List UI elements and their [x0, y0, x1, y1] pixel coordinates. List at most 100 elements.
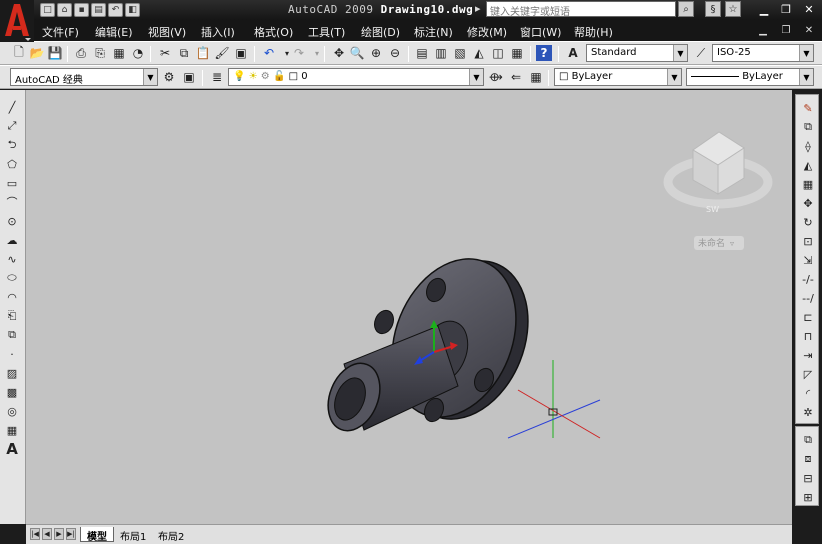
send-under-icon[interactable]: ⊞: [799, 488, 817, 506]
autocad-logo-icon[interactable]: [0, 0, 34, 42]
array-icon[interactable]: ▦: [799, 175, 817, 193]
chamfer-icon[interactable]: ◸: [799, 365, 817, 383]
layer-previous-icon[interactable]: ⇐: [507, 68, 525, 86]
dim-style-icon[interactable]: ⟋: [692, 44, 710, 62]
tab-model[interactable]: 模型: [80, 527, 114, 543]
line-icon[interactable]: ╱: [3, 98, 21, 116]
insert-block-icon[interactable]: ⎗: [3, 307, 21, 325]
viewcube[interactable]: SW: [663, 131, 773, 214]
block-editor-icon[interactable]: ▣: [232, 44, 250, 62]
doc-close-button[interactable]: ✕: [801, 23, 817, 38]
save-file-icon[interactable]: 💾: [46, 44, 64, 62]
bring-above-icon[interactable]: ⊟: [799, 469, 817, 487]
text-style-icon[interactable]: A: [564, 44, 582, 62]
close-button[interactable]: ✕: [800, 2, 818, 17]
wcs-menu[interactable]: 未命名 ▿: [694, 236, 744, 250]
circle-icon[interactable]: ⊙: [3, 212, 21, 230]
undo-icon[interactable]: ↶: [108, 3, 123, 17]
undo-icon[interactable]: ↶: [260, 44, 278, 62]
search-input[interactable]: 键入关键字或短语: [486, 1, 676, 18]
trim-icon[interactable]: -/-: [799, 270, 817, 288]
text-style-select[interactable]: Standard ▼: [586, 44, 688, 62]
menu-window[interactable]: 窗口(W): [520, 24, 561, 40]
bring-to-front-icon[interactable]: ⧉: [799, 431, 817, 449]
tab-layout2[interactable]: 布局2: [152, 527, 190, 543]
extend-icon[interactable]: --/: [799, 289, 817, 307]
minimize-button[interactable]: ▁: [755, 2, 773, 17]
arc-icon[interactable]: ⌒: [3, 193, 21, 211]
point-icon[interactable]: ·: [3, 345, 21, 363]
region-icon[interactable]: ◎: [3, 402, 21, 420]
dim-style-select[interactable]: ISO-25 ▼: [712, 44, 814, 62]
redo-icon[interactable]: ↷: [290, 44, 308, 62]
make-current-icon[interactable]: ⟴: [487, 68, 505, 86]
first-tab-icon[interactable]: |◀: [30, 528, 40, 540]
multiline-text-icon[interactable]: A: [3, 440, 21, 458]
workspace-select[interactable]: AutoCAD 经典 ▼: [10, 68, 158, 86]
break-at-point-icon[interactable]: ⊏: [799, 308, 817, 326]
doc-restore-button[interactable]: ❐: [778, 23, 794, 38]
layer-select[interactable]: 💡 ☀ ⚙ 🔓 □ 0 ▼: [228, 68, 484, 86]
layer-states-icon[interactable]: ▦: [527, 68, 545, 86]
join-icon[interactable]: ⇥: [799, 346, 817, 364]
make-block-icon[interactable]: ⧉: [3, 326, 21, 344]
explode-icon[interactable]: ✲: [799, 403, 817, 421]
sheet-set-icon[interactable]: ◭: [470, 44, 488, 62]
new-icon[interactable]: □: [40, 3, 55, 17]
doc-minimize-button[interactable]: ▁: [755, 23, 771, 38]
pan-icon[interactable]: ✥: [330, 44, 348, 62]
erase-icon[interactable]: ✎: [799, 99, 817, 117]
menu-edit[interactable]: 编辑(E): [95, 24, 133, 40]
print-icon[interactable]: ▤: [91, 3, 106, 17]
color-select[interactable]: □ ByLayer ▼: [554, 68, 682, 86]
revision-cloud-icon[interactable]: ☁: [3, 231, 21, 249]
move-icon[interactable]: ✥: [799, 194, 817, 212]
plot-icon[interactable]: ◧: [125, 3, 140, 17]
scale-icon[interactable]: ⊡: [799, 232, 817, 250]
cut-icon[interactable]: ✂: [156, 44, 174, 62]
menu-draw[interactable]: 绘图(D): [361, 24, 400, 40]
copy-object-icon[interactable]: ⧉: [799, 118, 817, 136]
stretch-icon[interactable]: ⇲: [799, 251, 817, 269]
hatch-icon[interactable]: ▨: [3, 364, 21, 382]
menu-modify[interactable]: 修改(M): [467, 24, 507, 40]
polygon-icon[interactable]: ⬠: [3, 155, 21, 173]
zoom-previous-icon[interactable]: ⊖: [386, 44, 404, 62]
paste-icon[interactable]: 📋: [194, 44, 212, 62]
publish-icon[interactable]: ▦: [110, 44, 128, 62]
construction-line-icon[interactable]: ⤢: [3, 117, 21, 135]
open-icon[interactable]: ⌂: [57, 3, 72, 17]
restore-button[interactable]: ❐: [777, 2, 795, 17]
search-icon[interactable]: ⌕: [678, 1, 694, 17]
offset-icon[interactable]: ◭: [799, 156, 817, 174]
table-icon[interactable]: ▦: [3, 421, 21, 439]
properties-icon[interactable]: ▤: [413, 44, 431, 62]
plot-preview-icon[interactable]: ⎘: [91, 44, 109, 62]
rectangle-icon[interactable]: ▭: [3, 174, 21, 192]
menu-dimension[interactable]: 标注(N): [414, 24, 453, 40]
zoom-realtime-icon[interactable]: 🔍: [348, 44, 366, 62]
help-icon[interactable]: ?: [536, 45, 552, 61]
menu-file[interactable]: 文件(F): [42, 24, 79, 40]
menu-tools[interactable]: 工具(T): [308, 24, 345, 40]
menu-help[interactable]: 帮助(H): [574, 24, 613, 40]
layer-properties-icon[interactable]: ≣: [208, 68, 226, 86]
open-file-icon[interactable]: 📂: [28, 44, 46, 62]
prev-tab-icon[interactable]: ◀: [42, 528, 52, 540]
ellipse-arc-icon[interactable]: ◠: [3, 288, 21, 306]
rotate-icon[interactable]: ↻: [799, 213, 817, 231]
match-properties-icon[interactable]: 🖌: [213, 44, 231, 62]
save-icon[interactable]: ▪: [74, 3, 89, 17]
zoom-window-icon[interactable]: ⊕: [367, 44, 385, 62]
calculator-icon[interactable]: ▦: [508, 44, 526, 62]
tool-palettes-icon[interactable]: ▧: [451, 44, 469, 62]
copy-icon[interactable]: ⧉: [175, 44, 193, 62]
drawing-canvas[interactable]: SW 未命名 ▿: [26, 90, 792, 524]
menu-insert[interactable]: 插入(I): [201, 24, 235, 40]
3d-dwf-icon[interactable]: ◔: [129, 44, 147, 62]
workspace-settings-icon[interactable]: ⚙: [160, 68, 178, 86]
save-workspace-icon[interactable]: ▣: [180, 68, 198, 86]
last-tab-icon[interactable]: ▶|: [66, 528, 76, 540]
fillet-icon[interactable]: ◜: [799, 384, 817, 402]
menu-format[interactable]: 格式(O): [254, 24, 293, 40]
